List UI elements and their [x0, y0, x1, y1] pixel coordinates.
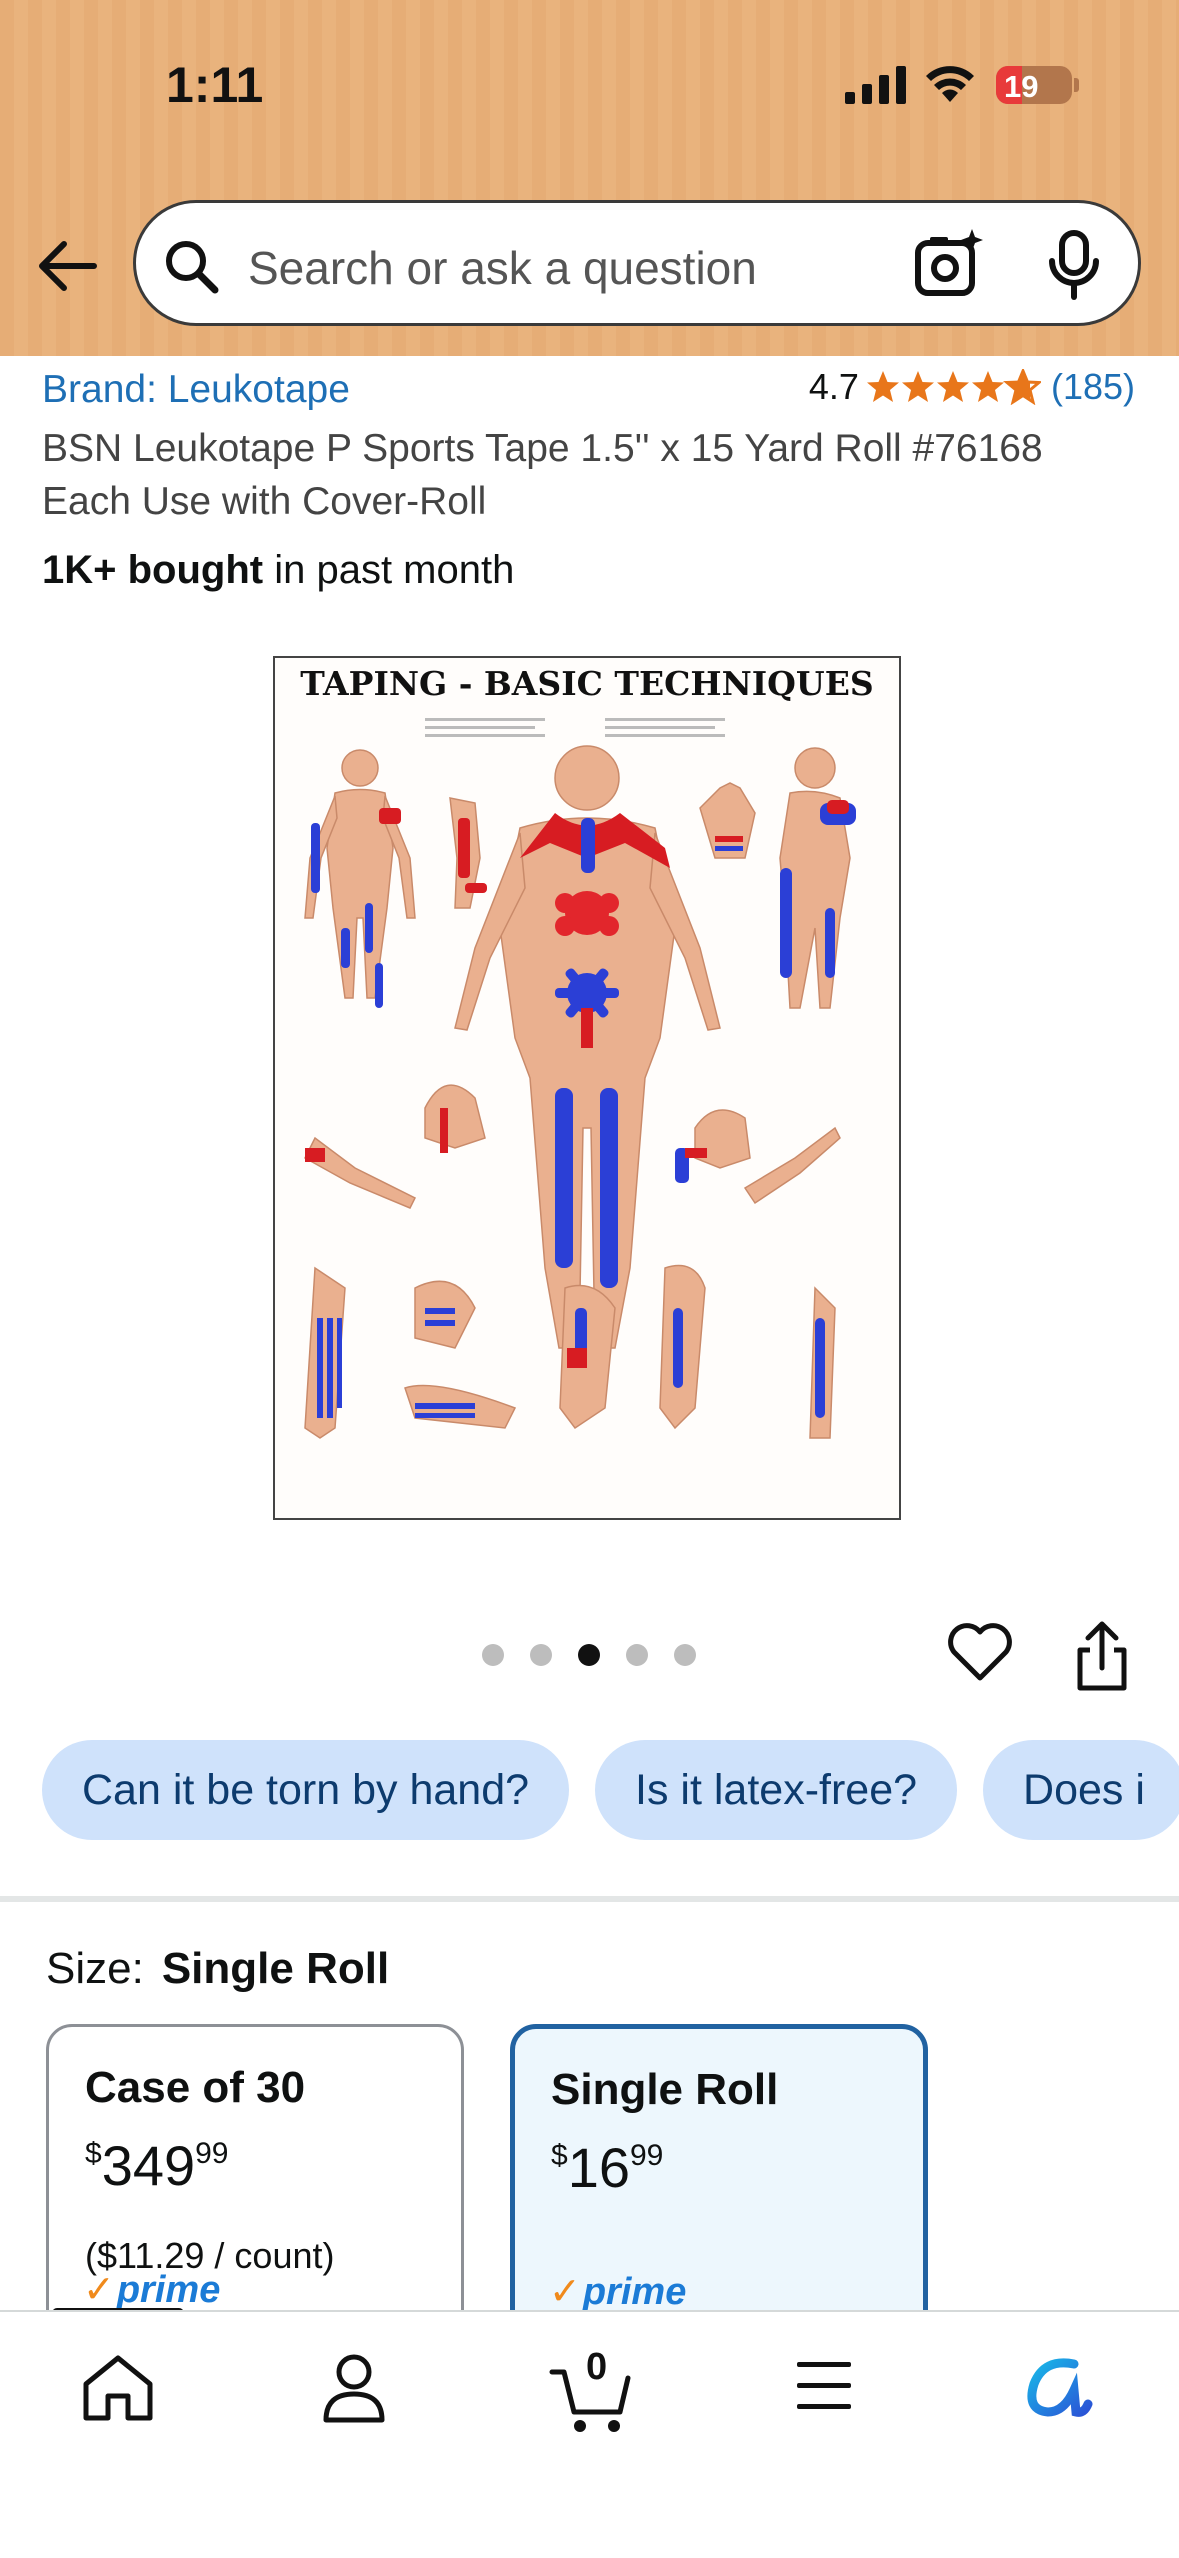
rating-stars-icon — [866, 369, 1041, 404]
size-option-price: $34999 — [85, 2133, 229, 2198]
gallery-dots[interactable] — [482, 1644, 696, 1666]
image-title: TAPING - BASIC TECHNIQUES — [300, 664, 874, 703]
battery-level: 19 — [1004, 69, 1039, 104]
gallery-dot[interactable] — [530, 1644, 552, 1666]
prime-text: prime — [582, 2271, 687, 2313]
search-input[interactable]: Search or ask a question — [133, 200, 1141, 326]
size-selected: Single Roll — [161, 1944, 390, 1993]
search-icon — [166, 241, 219, 294]
anatomy-illustration — [304, 718, 856, 1439]
gallery-dot[interactable] — [674, 1644, 696, 1666]
product-image[interactable]: TAPING - BASIC TECHNIQUES — [273, 656, 901, 1520]
rating-value: 4.7 — [808, 366, 859, 407]
share-icon[interactable] — [1072, 1620, 1132, 1692]
bottom-nav: 0 — [0, 2310, 1179, 2558]
chip-question[interactable]: Can it be torn by hand? — [42, 1740, 570, 1840]
account-icon[interactable] — [320, 2352, 388, 2424]
bought-period: in past month — [263, 548, 515, 592]
prime-badge: ✓prime — [83, 2267, 220, 2312]
price-fraction: 99 — [195, 2137, 229, 2170]
camera-search-icon[interactable] — [912, 227, 986, 301]
home-icon[interactable] — [80, 2352, 156, 2424]
bought-text: 1K+ bought in past month — [42, 548, 514, 593]
rufus-assistant-icon[interactable] — [1024, 2354, 1094, 2420]
prime-check-icon: ✓ — [549, 2271, 581, 2313]
back-arrow-icon[interactable] — [34, 236, 98, 296]
rating-count: (185) — [1050, 366, 1135, 407]
gallery-dot[interactable] — [626, 1644, 648, 1666]
price-symbol: $ — [551, 2139, 568, 2172]
battery-indicator: 19 — [996, 66, 1079, 104]
price-whole: 16 — [567, 2136, 630, 2199]
size-label-text: Size: — [46, 1944, 144, 1993]
product-title: BSN Leukotape P Sports Tape 1.5'' x 15 Y… — [42, 427, 1043, 523]
prime-check-icon: ✓ — [83, 2269, 115, 2311]
prime-text: prime — [116, 2269, 221, 2311]
bought-count: 1K+ bought — [42, 548, 264, 592]
size-option-case[interactable]: Case of 30 $34999 ($11.29 / count) ✓prim… — [46, 2024, 464, 2354]
menu-icon[interactable] — [795, 2358, 853, 2414]
brand-link[interactable]: Brand: Leukotape — [42, 368, 350, 412]
chip-question[interactable]: Does i — [983, 1740, 1179, 1840]
cart-count: 0 — [586, 2346, 608, 2388]
price-symbol: $ — [85, 2137, 102, 2170]
microphone-icon[interactable] — [1044, 229, 1104, 301]
search-placeholder: Search or ask a question — [248, 242, 757, 294]
size-option-single[interactable]: Single Roll $1699 ✓prime — [510, 2024, 928, 2354]
price-fraction: 99 — [629, 2139, 664, 2172]
heart-icon[interactable] — [946, 1620, 1014, 1684]
chip-question[interactable]: Is it latex-free? — [595, 1740, 958, 1840]
gallery-dot[interactable] — [482, 1644, 504, 1666]
rating[interactable]: 4.7 (185) — [809, 366, 1135, 408]
size-label: Size: Single Roll — [46, 1944, 389, 1994]
gallery-dot-active[interactable] — [578, 1644, 600, 1666]
wifi-icon — [926, 66, 974, 102]
question-chips: Can it be torn by hand? Is it latex-free… — [42, 1740, 1179, 1840]
size-option-name: Single Roll — [551, 2065, 779, 2114]
status-time: 1:11 — [166, 57, 264, 113]
price-whole: 349 — [101, 2134, 196, 2197]
size-option-name: Case of 30 — [85, 2063, 306, 2112]
header: 1:11 19 Search or ask a question — [0, 0, 1179, 356]
size-option-price: $1699 — [551, 2135, 663, 2200]
section-divider — [0, 1896, 1179, 1902]
signal-icon — [845, 66, 906, 104]
prime-badge: ✓prime — [549, 2269, 686, 2314]
